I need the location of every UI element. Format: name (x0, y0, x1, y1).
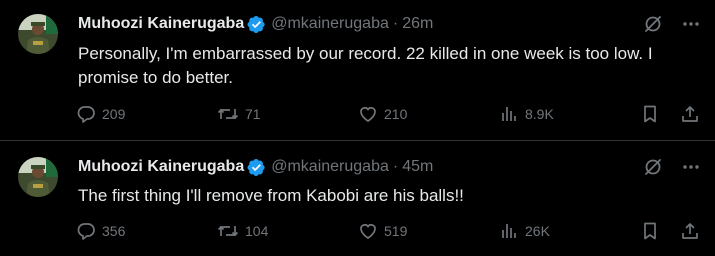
share-button[interactable] (680, 104, 700, 124)
views-icon (502, 107, 516, 121)
tweet-top-actions (643, 14, 701, 34)
separator: · (392, 15, 399, 32)
verified-badge-icon (247, 158, 265, 176)
tweet-header: Muhoozi Kainerugaba @mkainerugaba · 26m (78, 13, 433, 35)
bookmark-button[interactable] (640, 221, 660, 241)
reply-button[interactable]: 356 (76, 221, 125, 241)
more-icon[interactable] (681, 157, 701, 177)
tweet[interactable]: Muhoozi Kainerugaba @mkainerugaba · 45m … (0, 141, 715, 256)
repost-button[interactable]: 71 (217, 104, 261, 124)
timestamp[interactable]: 26m (402, 15, 433, 33)
views-button[interactable]: 26K (499, 221, 550, 241)
bookmark-icon (644, 222, 656, 240)
reply-count: 209 (102, 106, 126, 122)
handle[interactable]: @mkainerugaba (271, 15, 389, 33)
grok-icon[interactable] (643, 157, 663, 177)
repost-icon (217, 108, 239, 120)
verified-badge-icon (247, 15, 265, 33)
author-name[interactable]: Muhoozi Kainerugaba (78, 15, 244, 33)
like-button[interactable]: 210 (358, 104, 407, 124)
separator: · (392, 158, 399, 175)
bookmark-button[interactable] (640, 104, 660, 124)
reply-icon (77, 223, 95, 240)
reply-button[interactable]: 209 (76, 104, 125, 124)
tweet-text: The first thing I'll remove from Kabobi … (78, 186, 464, 205)
reply-icon (77, 106, 95, 123)
share-icon (682, 106, 698, 122)
share-icon (682, 223, 698, 239)
like-count: 519 (384, 223, 408, 239)
avatar[interactable] (18, 157, 58, 197)
tweet-header: Muhoozi Kainerugaba @mkainerugaba · 45m (78, 156, 433, 178)
like-button[interactable]: 519 (358, 221, 407, 241)
timeline: Muhoozi Kainerugaba @mkainerugaba · 26m … (0, 0, 715, 256)
repost-button[interactable]: 104 (217, 221, 268, 241)
more-icon[interactable] (681, 14, 701, 34)
like-icon (360, 107, 376, 122)
grok-icon[interactable] (643, 14, 663, 34)
reply-count: 356 (102, 223, 126, 239)
timestamp[interactable]: 45m (402, 158, 433, 176)
view-count: 8.9K (525, 106, 554, 122)
like-icon (360, 224, 376, 239)
bookmark-icon (644, 105, 656, 123)
repost-icon (217, 225, 239, 237)
tweet-text: Personally, I'm embarrassed by our recor… (78, 44, 653, 87)
repost-count: 104 (245, 223, 269, 239)
like-count: 210 (384, 106, 408, 122)
handle[interactable]: @mkainerugaba (271, 158, 389, 176)
share-button[interactable] (680, 221, 700, 241)
tweet[interactable]: Muhoozi Kainerugaba @mkainerugaba · 26m … (0, 0, 715, 140)
views-icon (502, 224, 516, 238)
views-button[interactable]: 8.9K (499, 104, 554, 124)
tweet-actions: 356 104 519 26K (76, 221, 701, 245)
tweet-actions: 209 71 210 8.9K (76, 104, 701, 128)
view-count: 26K (525, 223, 550, 239)
author-name[interactable]: Muhoozi Kainerugaba (78, 158, 244, 176)
repost-count: 71 (245, 106, 261, 122)
tweet-top-actions (643, 157, 701, 177)
avatar[interactable] (18, 14, 58, 54)
